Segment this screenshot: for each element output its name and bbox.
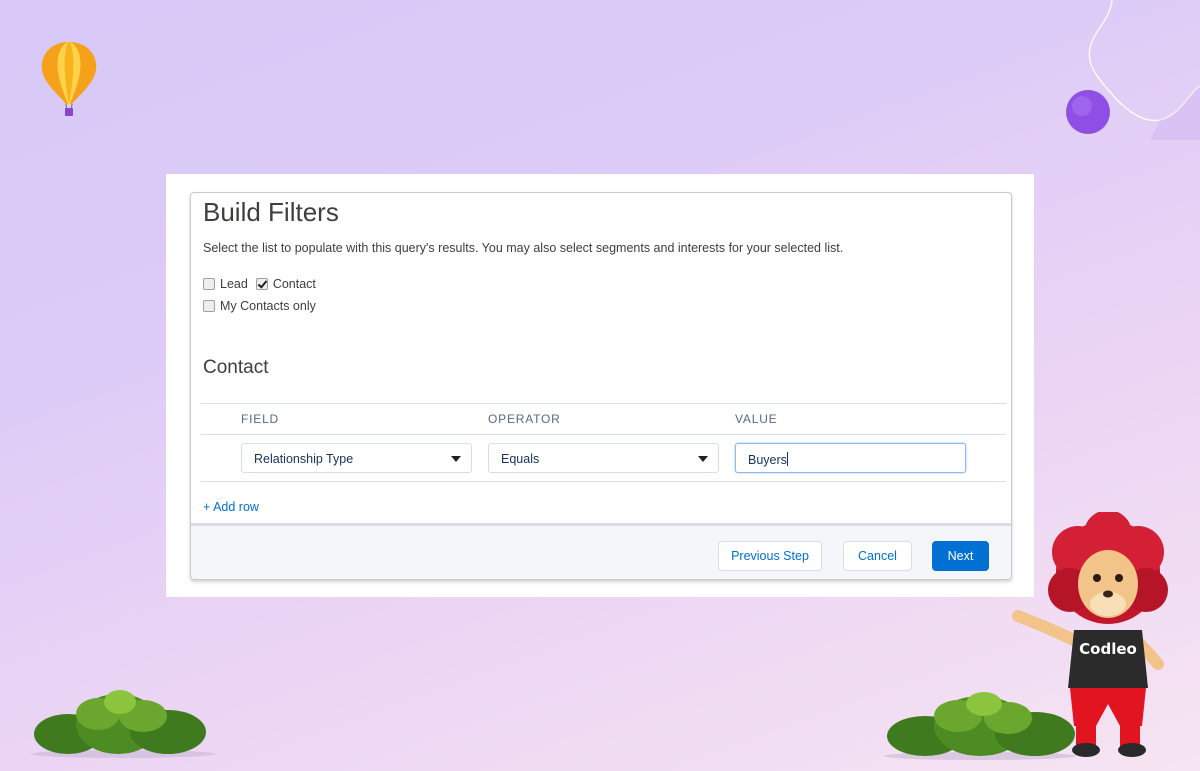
- bush-left-icon: [31, 690, 215, 758]
- my-contacts-only-label: My Contacts only: [220, 299, 316, 313]
- add-row-link[interactable]: + Add row: [203, 500, 259, 514]
- chevron-down-icon: [451, 456, 461, 462]
- page-title: Build Filters: [203, 197, 339, 227]
- table-bottom-divider: [201, 481, 1006, 482]
- cancel-button[interactable]: Cancel: [843, 541, 912, 571]
- contact-checkbox[interactable]: [255, 278, 268, 290]
- contact-checkbox-label: Contact: [272, 277, 316, 291]
- value-input-text: Buyers: [748, 453, 787, 467]
- build-filters-card: Build Filters Select the list to populat…: [190, 192, 1012, 580]
- hot-air-balloon-icon: [41, 42, 97, 116]
- value-input[interactable]: Buyers: [735, 443, 966, 473]
- lead-checkbox[interactable]: [203, 278, 215, 290]
- lion-mascot-icon: Codleo: [1012, 512, 1168, 757]
- operator-select-value: Equals: [501, 452, 540, 466]
- table-top-divider: [201, 403, 1006, 404]
- chevron-down-icon: [698, 456, 708, 462]
- my-contacts-row: My Contacts only: [203, 299, 324, 313]
- section-title: Contact: [203, 357, 269, 378]
- column-header-value: VALUE: [735, 412, 778, 426]
- column-header-operator: OPERATOR: [488, 412, 561, 426]
- lead-checkbox-label: Lead: [220, 277, 248, 291]
- screenshot-frame: Build Filters Select the list to populat…: [166, 174, 1034, 597]
- field-select[interactable]: Relationship Type: [241, 443, 472, 473]
- list-type-checkboxes: Lead Contact: [203, 277, 324, 291]
- description-text: Select the list to populate with this qu…: [203, 241, 844, 255]
- column-header-field: FIELD: [241, 412, 280, 426]
- previous-step-button[interactable]: Previous Step: [718, 541, 822, 571]
- table-header-divider: [201, 434, 1006, 435]
- card-footer: Previous Step Cancel Next: [191, 523, 1011, 579]
- my-contacts-only-checkbox[interactable]: [203, 300, 215, 312]
- operator-select[interactable]: Equals: [488, 443, 719, 473]
- decorative-curve-icon: [1066, 0, 1200, 140]
- field-select-value: Relationship Type: [254, 452, 354, 466]
- next-button[interactable]: Next: [932, 541, 989, 571]
- mascot-shirt-text: Codleo: [1079, 640, 1137, 658]
- text-cursor: [786, 452, 788, 466]
